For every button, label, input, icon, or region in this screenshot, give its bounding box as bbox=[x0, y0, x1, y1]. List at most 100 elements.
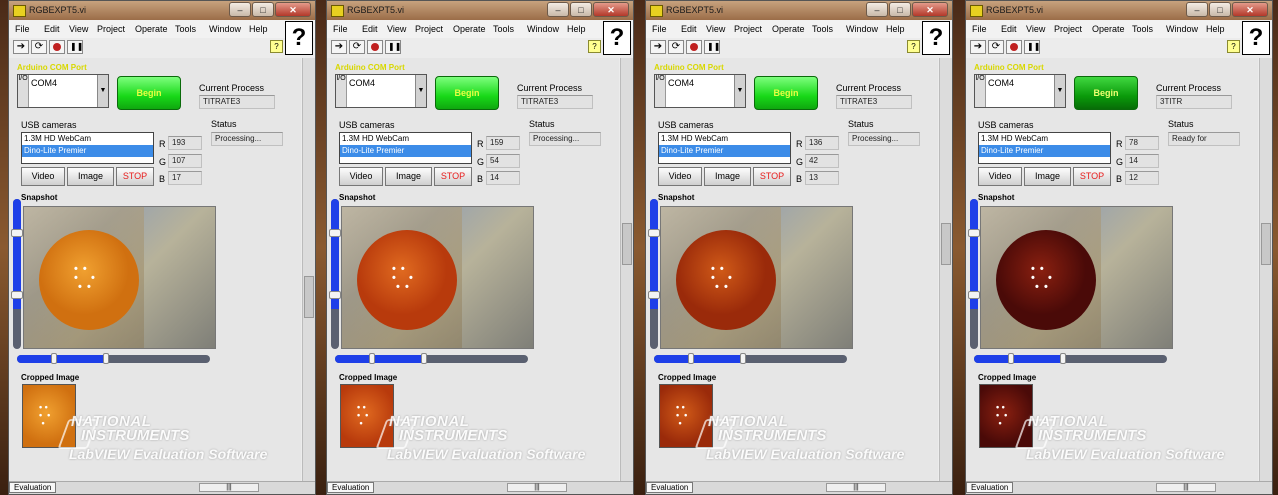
menu-item[interactable]: Project bbox=[734, 24, 762, 34]
horizontal-range-slider[interactable] bbox=[974, 353, 1167, 364]
vertical-zoom-slider[interactable] bbox=[11, 199, 23, 349]
vi-help-icon[interactable]: ? bbox=[1242, 21, 1270, 55]
scrollbar-thumb[interactable]: ||| bbox=[199, 483, 259, 492]
vertical-scrollbar[interactable] bbox=[1259, 58, 1272, 482]
maximize-button[interactable]: □ bbox=[889, 2, 911, 17]
menu-item[interactable]: Operate bbox=[772, 24, 805, 34]
camera-item-selected[interactable]: Dino-Lite Premier bbox=[22, 145, 153, 157]
menu-item[interactable]: File bbox=[333, 24, 348, 34]
slider-handle[interactable] bbox=[648, 291, 660, 299]
slider-handle[interactable] bbox=[421, 353, 427, 364]
begin-button[interactable]: Begin bbox=[1074, 76, 1138, 110]
menu-item[interactable]: File bbox=[15, 24, 30, 34]
horizontal-scrollbar[interactable]: Evaluation ||| bbox=[646, 481, 952, 494]
menu-item[interactable]: Window bbox=[1166, 24, 1198, 34]
menu-item[interactable]: Tools bbox=[812, 24, 833, 34]
abort-execution-icon[interactable] bbox=[367, 40, 383, 54]
image-button[interactable]: Image bbox=[704, 167, 751, 186]
pause-icon[interactable] bbox=[1024, 40, 1040, 54]
menu-item[interactable]: File bbox=[652, 24, 667, 34]
menu-item[interactable]: Tools bbox=[1132, 24, 1153, 34]
scrollbar-thumb[interactable] bbox=[622, 223, 632, 265]
vertical-scrollbar[interactable] bbox=[302, 58, 315, 482]
run-arrow-icon[interactable]: ➔ bbox=[970, 40, 986, 54]
menu-item[interactable]: Edit bbox=[1001, 24, 1017, 34]
image-button[interactable]: Image bbox=[1024, 167, 1071, 186]
dropdown-arrow-icon[interactable]: ▼ bbox=[415, 75, 426, 107]
slider-handle[interactable] bbox=[329, 291, 341, 299]
abort-execution-icon[interactable] bbox=[49, 40, 65, 54]
com-port-selector[interactable]: I/O COM4 ▼ bbox=[974, 74, 1066, 108]
video-button[interactable]: Video bbox=[21, 167, 65, 186]
scrollbar-thumb[interactable] bbox=[304, 276, 314, 318]
slider-handle[interactable] bbox=[103, 353, 109, 364]
menu-item[interactable]: Help bbox=[886, 24, 905, 34]
scrollbar-thumb[interactable]: ||| bbox=[1156, 483, 1216, 492]
menu-item[interactable]: Edit bbox=[681, 24, 697, 34]
menu-item[interactable]: Window bbox=[209, 24, 241, 34]
stop-button[interactable]: STOP bbox=[753, 167, 791, 186]
menu-item[interactable]: Project bbox=[415, 24, 443, 34]
menu-item[interactable]: Edit bbox=[44, 24, 60, 34]
abort-execution-icon[interactable] bbox=[1006, 40, 1022, 54]
usb-cameras-list[interactable]: 1.3M HD WebCam Dino-Lite Premier bbox=[658, 132, 791, 164]
minimize-button[interactable]: – bbox=[547, 2, 569, 17]
usb-cameras-list[interactable]: 1.3M HD WebCam Dino-Lite Premier bbox=[21, 132, 154, 164]
image-button[interactable]: Image bbox=[385, 167, 432, 186]
context-help-icon[interactable]: ? bbox=[907, 40, 920, 53]
com-port-selector[interactable]: I/O COM4 ▼ bbox=[335, 74, 427, 108]
close-button[interactable]: ✕ bbox=[275, 2, 311, 17]
slider-handle[interactable] bbox=[968, 229, 980, 237]
slider-handle[interactable] bbox=[11, 291, 23, 299]
begin-button[interactable]: Begin bbox=[754, 76, 818, 110]
dropdown-arrow-icon[interactable]: ▼ bbox=[734, 75, 745, 107]
menu-item[interactable]: Help bbox=[1206, 24, 1225, 34]
close-button[interactable]: ✕ bbox=[1232, 2, 1268, 17]
context-help-icon[interactable]: ? bbox=[588, 40, 601, 53]
camera-item-selected[interactable]: Dino-Lite Premier bbox=[659, 145, 790, 157]
pause-icon[interactable] bbox=[704, 40, 720, 54]
scrollbar-thumb[interactable]: ||| bbox=[507, 483, 567, 492]
run-arrow-icon[interactable]: ➔ bbox=[331, 40, 347, 54]
run-continuously-icon[interactable]: ⟳ bbox=[349, 40, 365, 54]
evaluation-tab[interactable]: Evaluation bbox=[646, 482, 694, 493]
video-button[interactable]: Video bbox=[978, 167, 1022, 186]
menu-item[interactable]: Tools bbox=[175, 24, 196, 34]
menu-item[interactable]: Operate bbox=[453, 24, 486, 34]
begin-button[interactable]: Begin bbox=[435, 76, 499, 110]
vertical-scrollbar[interactable] bbox=[620, 58, 633, 482]
scrollbar-thumb[interactable] bbox=[1261, 223, 1271, 265]
horizontal-scrollbar[interactable]: Evaluation ||| bbox=[9, 481, 315, 494]
menu-item[interactable]: Project bbox=[97, 24, 125, 34]
video-button[interactable]: Video bbox=[339, 167, 383, 186]
horizontal-range-slider[interactable] bbox=[17, 353, 210, 364]
camera-item[interactable]: 1.3M HD WebCam bbox=[659, 133, 790, 145]
slider-handle[interactable] bbox=[369, 353, 375, 364]
video-button[interactable]: Video bbox=[658, 167, 702, 186]
vertical-zoom-slider[interactable] bbox=[329, 199, 341, 349]
maximize-button[interactable]: □ bbox=[1209, 2, 1231, 17]
slider-handle[interactable] bbox=[648, 229, 660, 237]
horizontal-range-slider[interactable] bbox=[335, 353, 528, 364]
slider-handle[interactable] bbox=[51, 353, 57, 364]
menu-item[interactable]: View bbox=[1026, 24, 1045, 34]
slider-handle[interactable] bbox=[329, 229, 341, 237]
run-continuously-icon[interactable]: ⟳ bbox=[31, 40, 47, 54]
run-arrow-icon[interactable]: ➔ bbox=[650, 40, 666, 54]
vertical-scrollbar[interactable] bbox=[939, 58, 952, 482]
stop-button[interactable]: STOP bbox=[434, 167, 472, 186]
vi-help-icon[interactable]: ? bbox=[922, 21, 950, 55]
menu-item[interactable]: Window bbox=[527, 24, 559, 34]
evaluation-tab[interactable]: Evaluation bbox=[327, 482, 375, 493]
minimize-button[interactable]: – bbox=[229, 2, 251, 17]
camera-item[interactable]: 1.3M HD WebCam bbox=[22, 133, 153, 145]
menu-item[interactable]: File bbox=[972, 24, 987, 34]
menu-item[interactable]: Edit bbox=[362, 24, 378, 34]
camera-item-selected[interactable]: Dino-Lite Premier bbox=[340, 145, 471, 157]
minimize-button[interactable]: – bbox=[866, 2, 888, 17]
evaluation-tab[interactable]: Evaluation bbox=[9, 482, 57, 493]
context-help-icon[interactable]: ? bbox=[1227, 40, 1240, 53]
vi-help-icon[interactable]: ? bbox=[603, 21, 631, 55]
image-button[interactable]: Image bbox=[67, 167, 114, 186]
com-port-selector[interactable]: I/O COM4 ▼ bbox=[17, 74, 109, 108]
